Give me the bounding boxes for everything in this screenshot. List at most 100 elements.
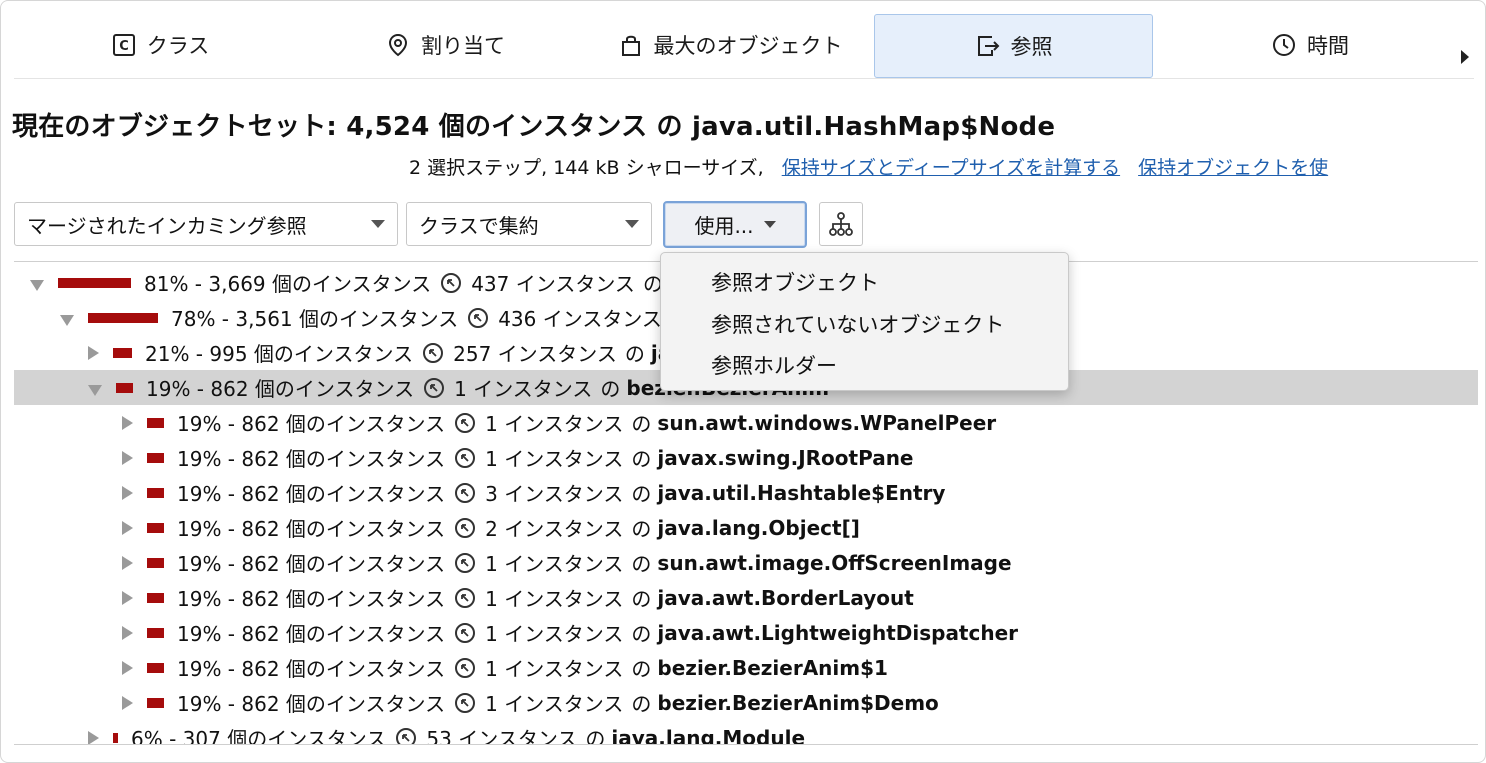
expand-triangle-icon[interactable] [122, 625, 133, 640]
chevron-down-icon [625, 220, 639, 228]
hierarchy-icon [829, 212, 853, 236]
expand-triangle-icon[interactable] [122, 485, 133, 500]
tree-row[interactable]: 19% - 862 個のインスタンス 1 インスタンスの sun.awt.windo… [14, 405, 1478, 440]
calculate-sizes-link[interactable]: 保持サイズとディープサイズを計算する [782, 153, 1120, 180]
instance-stats: 81% - 3,669 個のインスタンス [144, 272, 432, 296]
expand-triangle-icon[interactable] [122, 520, 133, 535]
use-menu: 参照オブジェクト 参照されていないオブジェクト 参照ホルダー [660, 252, 1069, 391]
arrow-circle-icon [455, 587, 476, 608]
tree-row[interactable]: 19% - 862 個のインスタンス 1 インスタンスのbezier.Bezier… [14, 685, 1478, 720]
reference-count: 1 インスタンス [485, 657, 624, 681]
percentage-bar [147, 627, 164, 638]
expand-triangle-icon[interactable] [122, 555, 133, 570]
tab-time[interactable]: 時間 [1210, 14, 1410, 76]
collapse-triangle-icon[interactable] [30, 280, 44, 291]
aggregation-value: クラスで集約 [419, 213, 539, 238]
tab-label: 最大のオブジェクト [653, 34, 843, 58]
expand-triangle-icon[interactable] [88, 345, 99, 360]
percentage-bar [147, 417, 164, 428]
expand-triangle-icon[interactable] [88, 730, 99, 744]
percentage-bar [113, 347, 132, 358]
reference-count: 1 インスタンス [485, 622, 624, 646]
arrow-circle-icon [455, 447, 476, 468]
menu-item-reference-holders[interactable]: 参照ホルダー [711, 350, 837, 380]
arrow-circle-icon [455, 412, 476, 433]
percentage-bar [88, 312, 158, 323]
view-mode-select[interactable]: マージされたインカミング参照 [14, 202, 398, 246]
object-set-info: 2 選択ステップ, 144 kB シャローサイズ, 保持サイズとディープサイズを… [409, 153, 1328, 180]
tab-allocations[interactable]: 割り当て [345, 14, 545, 76]
arrow-circle-icon [455, 517, 476, 538]
expand-triangle-icon[interactable] [122, 695, 133, 710]
instance-stats: 19% - 862 個のインスタンス [177, 587, 446, 611]
arrow-circle-icon [455, 657, 476, 678]
class-name: java.util.Hashtable$Entry [657, 480, 946, 505]
percentage-bar [147, 522, 164, 533]
arrow-circle-icon [424, 377, 445, 398]
of-label: の [631, 587, 652, 611]
arrow-circle-icon [455, 552, 476, 573]
tab-biggest-objects[interactable]: 最大のオブジェクト [600, 14, 860, 76]
arrow-circle-icon [423, 342, 444, 363]
reference-count: 1 インスタンス [485, 587, 624, 611]
percentage-bar [147, 452, 164, 463]
tab-references[interactable]: 参照 [874, 14, 1153, 78]
retained-objects-link[interactable]: 保持オブジェクトを使 [1138, 153, 1328, 180]
reference-count: 437 インスタンス [471, 272, 635, 296]
percentage-bar [147, 697, 164, 708]
class-name: sun.awt.image.OffScreenImage [657, 550, 1012, 575]
class-name: bezier.BezierAnim$Demo [657, 690, 939, 715]
reference-count: 257 インスタンス [453, 342, 617, 366]
instance-stats: 78% - 3,561 個のインスタンス [171, 307, 459, 331]
of-label: の [631, 412, 652, 436]
view-mode-value: マージされたインカミング参照 [27, 213, 307, 238]
collapse-triangle-icon[interactable] [88, 385, 102, 396]
tab-label: クラス [146, 34, 210, 58]
arrow-circle-icon [455, 482, 476, 503]
instance-stats: 19% - 862 個のインスタンス [177, 657, 446, 681]
tree-row[interactable]: 19% - 862 個のインスタンス 1 インスタンスの java.awt.Ligh… [14, 615, 1478, 650]
tree-row[interactable]: 19% - 862 個のインスタンス 1 インスタンスの sun.awt.image… [14, 545, 1478, 580]
view-tabs: C クラス 割り当て 最大のオブジェクト 参照 時間 [0, 14, 1486, 78]
class-name: java.lang.Object[] [657, 515, 860, 540]
tab-label: 割り当て [421, 34, 505, 58]
tree-row[interactable]: 19% - 862 個のインスタンス 1 インスタンスのbezier.Bezier… [14, 650, 1478, 685]
collapse-triangle-icon[interactable] [60, 315, 74, 326]
menu-item-unreferenced-objects[interactable]: 参照されていないオブジェクト [711, 309, 1004, 339]
percentage-bar [58, 277, 131, 288]
tree-row[interactable]: 19% - 862 個のインスタンス 1 インスタンスの javax.swing.J… [14, 440, 1478, 475]
location-pin-icon [388, 33, 408, 57]
class-name: java.awt.BorderLayout [657, 585, 914, 610]
expand-triangle-icon[interactable] [122, 590, 133, 605]
menu-item-referenced-objects[interactable]: 参照オブジェクト [711, 267, 879, 297]
tree-row[interactable]: 19% - 862 個のインスタンス 2 インスタンスの java.lang.Obj… [14, 510, 1478, 545]
percentage-bar [147, 662, 164, 673]
reference-count: 1 インスタンス [485, 552, 624, 576]
show-graph-button[interactable] [819, 202, 863, 246]
expand-triangle-icon[interactable] [122, 450, 133, 465]
arrow-circle-icon [455, 622, 476, 643]
reference-count: 1 インスタンス [454, 377, 593, 401]
of-label: の [631, 622, 652, 646]
expand-triangle-icon[interactable] [122, 660, 133, 675]
reference-count: 1 インスタンス [485, 692, 624, 716]
of-label: の [631, 552, 652, 576]
arrow-circle-icon [441, 272, 462, 293]
tree-row[interactable]: 19% - 862 個のインスタンス 1 インスタンスの java.awt.Bord… [14, 580, 1478, 615]
tree-row[interactable]: 19% - 862 個のインスタンス 3 インスタンスの java.util.Has… [14, 475, 1478, 510]
expand-triangle-icon[interactable] [122, 415, 133, 430]
of-label: の [631, 657, 652, 681]
reference-count: 436 インスタンス [498, 307, 662, 331]
tab-label: 参照 [1010, 35, 1053, 59]
tree-row[interactable]: 6% - 307 個のインスタンス 53 インスタンスの java.lang.Mod… [14, 720, 1478, 745]
tab-classes[interactable]: C クラス [60, 14, 260, 76]
of-label: の [631, 482, 652, 506]
aggregation-select[interactable]: クラスで集約 [406, 202, 652, 246]
percentage-bar [113, 732, 118, 743]
of-label: の [585, 727, 606, 745]
use-button[interactable]: 使用... [663, 201, 807, 248]
instance-stats: 19% - 862 個のインスタンス [177, 692, 446, 716]
more-tabs-arrow-icon[interactable] [1458, 46, 1472, 68]
selection-info: 2 選択ステップ, 144 kB シャローサイズ, [409, 157, 764, 179]
instance-stats: 19% - 862 個のインスタンス [146, 377, 415, 401]
